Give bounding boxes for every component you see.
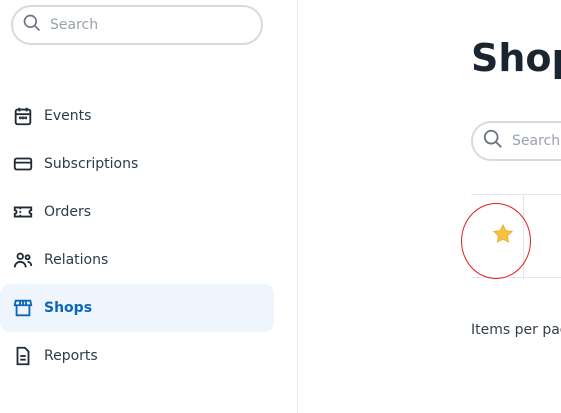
app-window: Search Events Subscriptions Orders Relat…: [0, 0, 561, 413]
sidebar-item-subscriptions[interactable]: Subscriptions: [0, 140, 298, 188]
calendar-icon: [12, 105, 34, 127]
sidebar-item-label: Reports: [44, 348, 98, 364]
red-circle-annotation: [461, 203, 531, 279]
sidebar-item-relations[interactable]: Relations: [0, 236, 298, 284]
sidebar-item-orders[interactable]: Orders: [0, 188, 298, 236]
storefront-icon: [12, 297, 34, 319]
document-icon: [12, 345, 34, 367]
sidebar-nav: Events Subscriptions Orders Relations Sh…: [0, 92, 298, 380]
sidebar-item-label: Relations: [44, 252, 109, 268]
search-icon: [22, 13, 42, 37]
items-per-page-label: Items per pag: [471, 322, 561, 338]
sidebar-search-input[interactable]: Search: [11, 5, 263, 45]
credit-card-icon: [12, 153, 34, 175]
search-placeholder: Search: [512, 133, 561, 149]
sidebar-item-events[interactable]: Events: [0, 92, 298, 140]
main-search-input[interactable]: Search: [471, 121, 561, 161]
sidebar: Search Events Subscriptions Orders Relat…: [0, 0, 298, 413]
sidebar-item-shops[interactable]: Shops: [0, 284, 274, 332]
page-title: Shop: [471, 36, 561, 80]
search-placeholder: Search: [50, 17, 99, 33]
search-icon: [482, 128, 504, 154]
sidebar-item-reports[interactable]: Reports: [0, 332, 298, 380]
sidebar-item-label: Events: [44, 108, 92, 124]
sidebar-item-label: Shops: [44, 300, 93, 316]
sidebar-item-label: Orders: [44, 204, 92, 220]
ticket-icon: [12, 201, 34, 223]
sidebar-item-label: Subscriptions: [44, 156, 139, 172]
people-icon: [12, 249, 34, 271]
main-content: Shop Search Items per pag: [299, 0, 561, 413]
